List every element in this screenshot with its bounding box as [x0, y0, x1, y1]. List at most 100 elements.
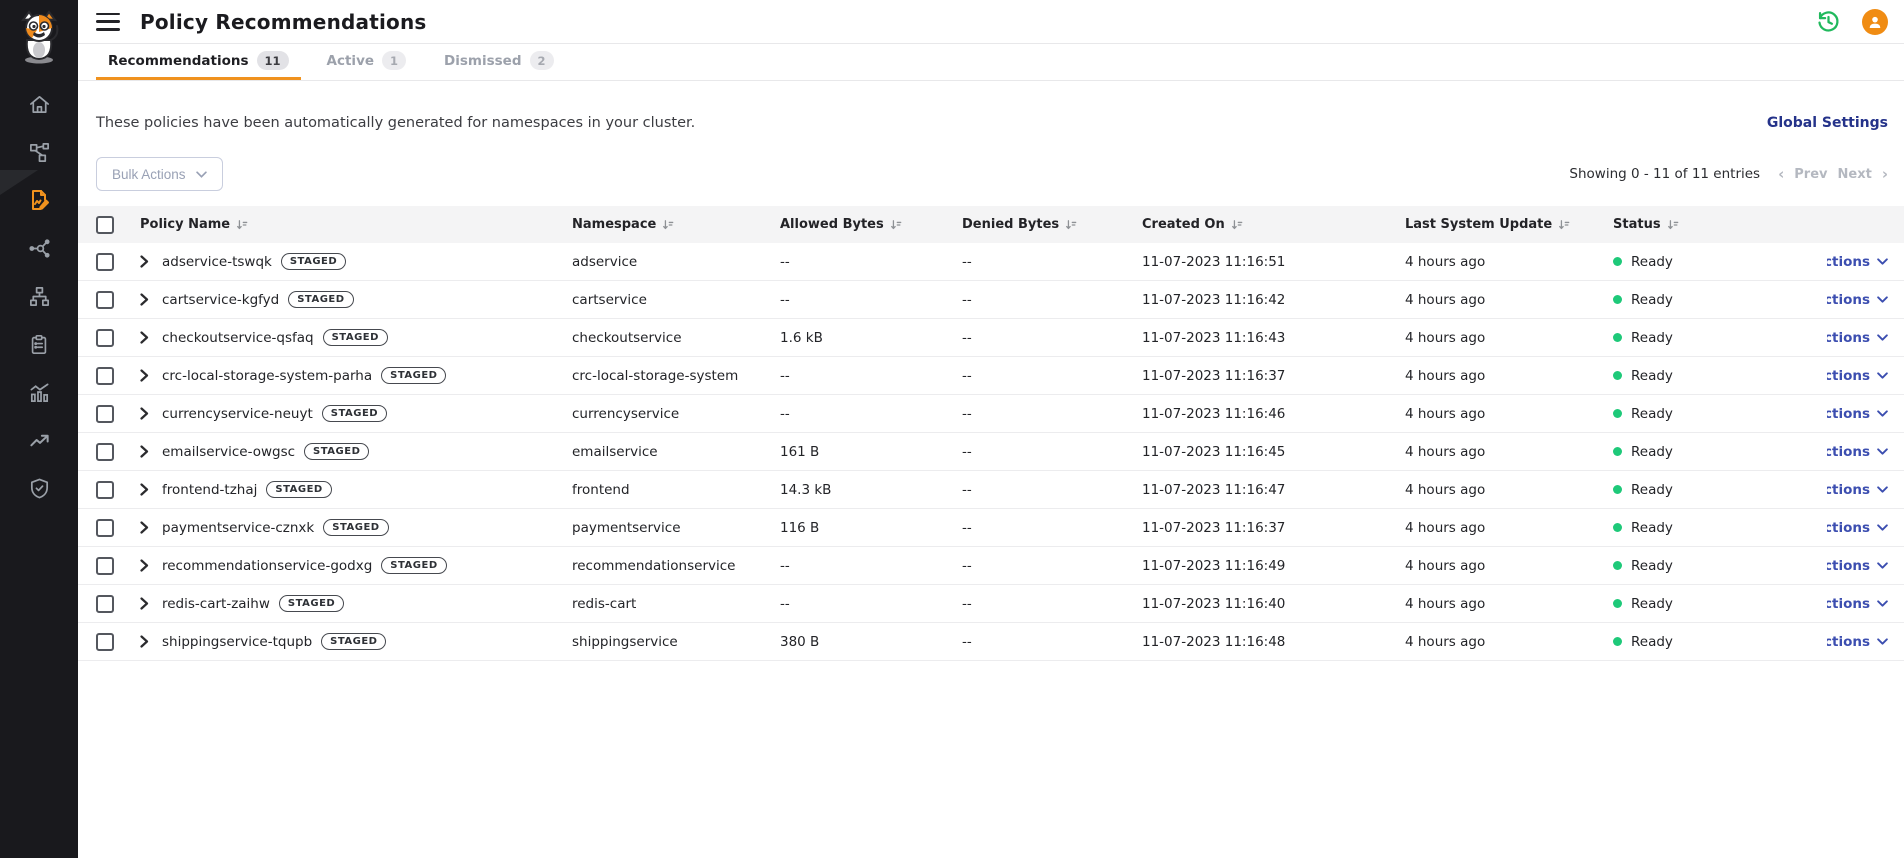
row-checkbox[interactable]	[96, 481, 114, 499]
tab-count-badge: 1	[382, 51, 406, 70]
status-label: Ready	[1631, 558, 1673, 574]
chevron-down-icon	[1877, 486, 1888, 493]
row-checkbox[interactable]	[96, 291, 114, 309]
sidebar-item-security[interactable]	[0, 464, 78, 512]
status-label: Ready	[1631, 482, 1673, 498]
row-checkbox[interactable]	[96, 519, 114, 537]
expand-chevron-icon[interactable]	[140, 293, 162, 306]
actions-dropdown[interactable]: Actions	[1827, 292, 1888, 308]
actions-dropdown[interactable]: Actions	[1827, 520, 1888, 536]
expand-chevron-icon[interactable]	[140, 331, 162, 344]
status-cell: Ready	[1613, 596, 1827, 612]
chevron-down-icon	[1877, 410, 1888, 417]
column-header-allowed-bytes[interactable]: Allowed Bytes	[780, 217, 962, 232]
row-checkbox[interactable]	[96, 595, 114, 613]
policy-name-cell: redis-cart-zaihw STAGED	[140, 595, 572, 613]
namespace-cell: adservice	[572, 254, 780, 270]
actions-dropdown[interactable]: Actions	[1827, 596, 1888, 612]
sidebar-item-share-nodes[interactable]	[0, 224, 78, 272]
sidebar	[0, 0, 78, 858]
sitemap-icon	[28, 285, 51, 308]
policies-table: Policy Name Namespace Allowed Bytes Deni…	[78, 206, 1904, 661]
status-label: Ready	[1631, 634, 1673, 650]
namespace-cell: emailservice	[572, 444, 780, 460]
created-on-cell: 11-07-2023 11:16:51	[1142, 254, 1405, 270]
prev-arrow-icon[interactable]: ‹	[1778, 167, 1784, 182]
sidebar-item-trending[interactable]	[0, 416, 78, 464]
tab-active[interactable]: Active 1	[315, 44, 419, 80]
namespace-cell: paymentservice	[572, 520, 780, 536]
status-label: Ready	[1631, 292, 1673, 308]
expand-chevron-icon[interactable]	[140, 445, 162, 458]
sidebar-item-sitemap[interactable]	[0, 272, 78, 320]
expand-chevron-icon[interactable]	[140, 483, 162, 496]
expand-chevron-icon[interactable]	[140, 369, 162, 382]
expand-chevron-icon[interactable]	[140, 521, 162, 534]
tab-dismissed[interactable]: Dismissed 2	[432, 44, 565, 80]
next-arrow-icon[interactable]: ›	[1882, 167, 1888, 182]
sidebar-item-topology[interactable]	[0, 128, 78, 176]
hamburger-menu-icon[interactable]	[96, 13, 120, 31]
row-checkbox[interactable]	[96, 329, 114, 347]
expand-chevron-icon[interactable]	[140, 255, 162, 268]
actions-dropdown[interactable]: Actions	[1827, 558, 1888, 574]
actions-dropdown[interactable]: Actions	[1827, 634, 1888, 650]
row-checkbox[interactable]	[96, 443, 114, 461]
actions-dropdown[interactable]: Actions	[1827, 254, 1888, 270]
allowed-bytes-cell: --	[780, 292, 962, 308]
row-checkbox[interactable]	[96, 557, 114, 575]
actions-dropdown[interactable]: Actions	[1827, 368, 1888, 384]
table-row: checkoutservice-qsfaq STAGED checkoutser…	[78, 319, 1904, 357]
sort-icon	[1065, 219, 1077, 231]
sidebar-item-analytics[interactable]	[0, 368, 78, 416]
sidebar-item-home[interactable]	[0, 80, 78, 128]
denied-bytes-cell: --	[962, 444, 1142, 460]
created-on-cell: 11-07-2023 11:16:49	[1142, 558, 1405, 574]
status-cell: Ready	[1613, 406, 1827, 422]
history-icon[interactable]	[1814, 8, 1842, 36]
expand-chevron-icon[interactable]	[140, 559, 162, 572]
actions-dropdown[interactable]: Actions	[1827, 330, 1888, 346]
actions-dropdown[interactable]: Actions	[1827, 444, 1888, 460]
global-settings-link[interactable]: Global Settings	[1767, 115, 1888, 131]
sidebar-item-clipboard[interactable]	[0, 320, 78, 368]
expand-chevron-icon[interactable]	[140, 597, 162, 610]
allowed-bytes-cell: --	[780, 558, 962, 574]
table-body: adservice-tswqk STAGED adservice -- -- 1…	[78, 243, 1904, 661]
table-row: recommendationservice-godxg STAGED recom…	[78, 547, 1904, 585]
actions-label: Actions	[1827, 368, 1870, 384]
row-checkbox[interactable]	[96, 633, 114, 651]
actions-cell: Actions	[1827, 482, 1904, 498]
table-row: cartservice-kgfyd STAGED cartservice -- …	[78, 281, 1904, 319]
actions-dropdown[interactable]: Actions	[1827, 482, 1888, 498]
prev-button[interactable]: Prev	[1794, 167, 1827, 182]
pagination-controls: ‹ Prev Next ›	[1778, 167, 1888, 182]
column-header-namespace[interactable]: Namespace	[572, 217, 780, 232]
actions-dropdown[interactable]: Actions	[1827, 406, 1888, 422]
row-checkbox[interactable]	[96, 253, 114, 271]
column-header-denied-bytes[interactable]: Denied Bytes	[962, 217, 1142, 232]
select-all-checkbox[interactable]	[96, 216, 114, 234]
policy-name-cell: emailservice-owgsc STAGED	[140, 443, 572, 461]
top-bar: Policy Recommendations	[78, 0, 1904, 44]
denied-bytes-cell: --	[962, 558, 1142, 574]
bulk-actions-button[interactable]: Bulk Actions	[96, 157, 223, 191]
next-button[interactable]: Next	[1838, 167, 1872, 182]
column-header-last-system-update[interactable]: Last System Update	[1405, 217, 1613, 232]
tab-recommendations[interactable]: Recommendations 11	[96, 44, 301, 80]
user-avatar-icon[interactable]	[1862, 9, 1888, 35]
status-label: Ready	[1631, 406, 1673, 422]
row-checkbox[interactable]	[96, 405, 114, 423]
expand-chevron-icon[interactable]	[140, 407, 162, 420]
expand-chevron-icon[interactable]	[140, 635, 162, 648]
policy-name: frontend-tzhaj	[162, 482, 257, 498]
sidebar-item-policy-editor[interactable]	[0, 176, 78, 224]
row-checkbox[interactable]	[96, 367, 114, 385]
column-header-created-on[interactable]: Created On	[1142, 217, 1405, 232]
last-update-cell: 4 hours ago	[1405, 558, 1613, 574]
column-header-policy-name[interactable]: Policy Name	[140, 217, 572, 232]
chevron-down-icon	[1877, 600, 1888, 607]
home-icon	[28, 93, 51, 116]
column-header-status[interactable]: Status	[1613, 217, 1827, 232]
last-update-cell: 4 hours ago	[1405, 520, 1613, 536]
